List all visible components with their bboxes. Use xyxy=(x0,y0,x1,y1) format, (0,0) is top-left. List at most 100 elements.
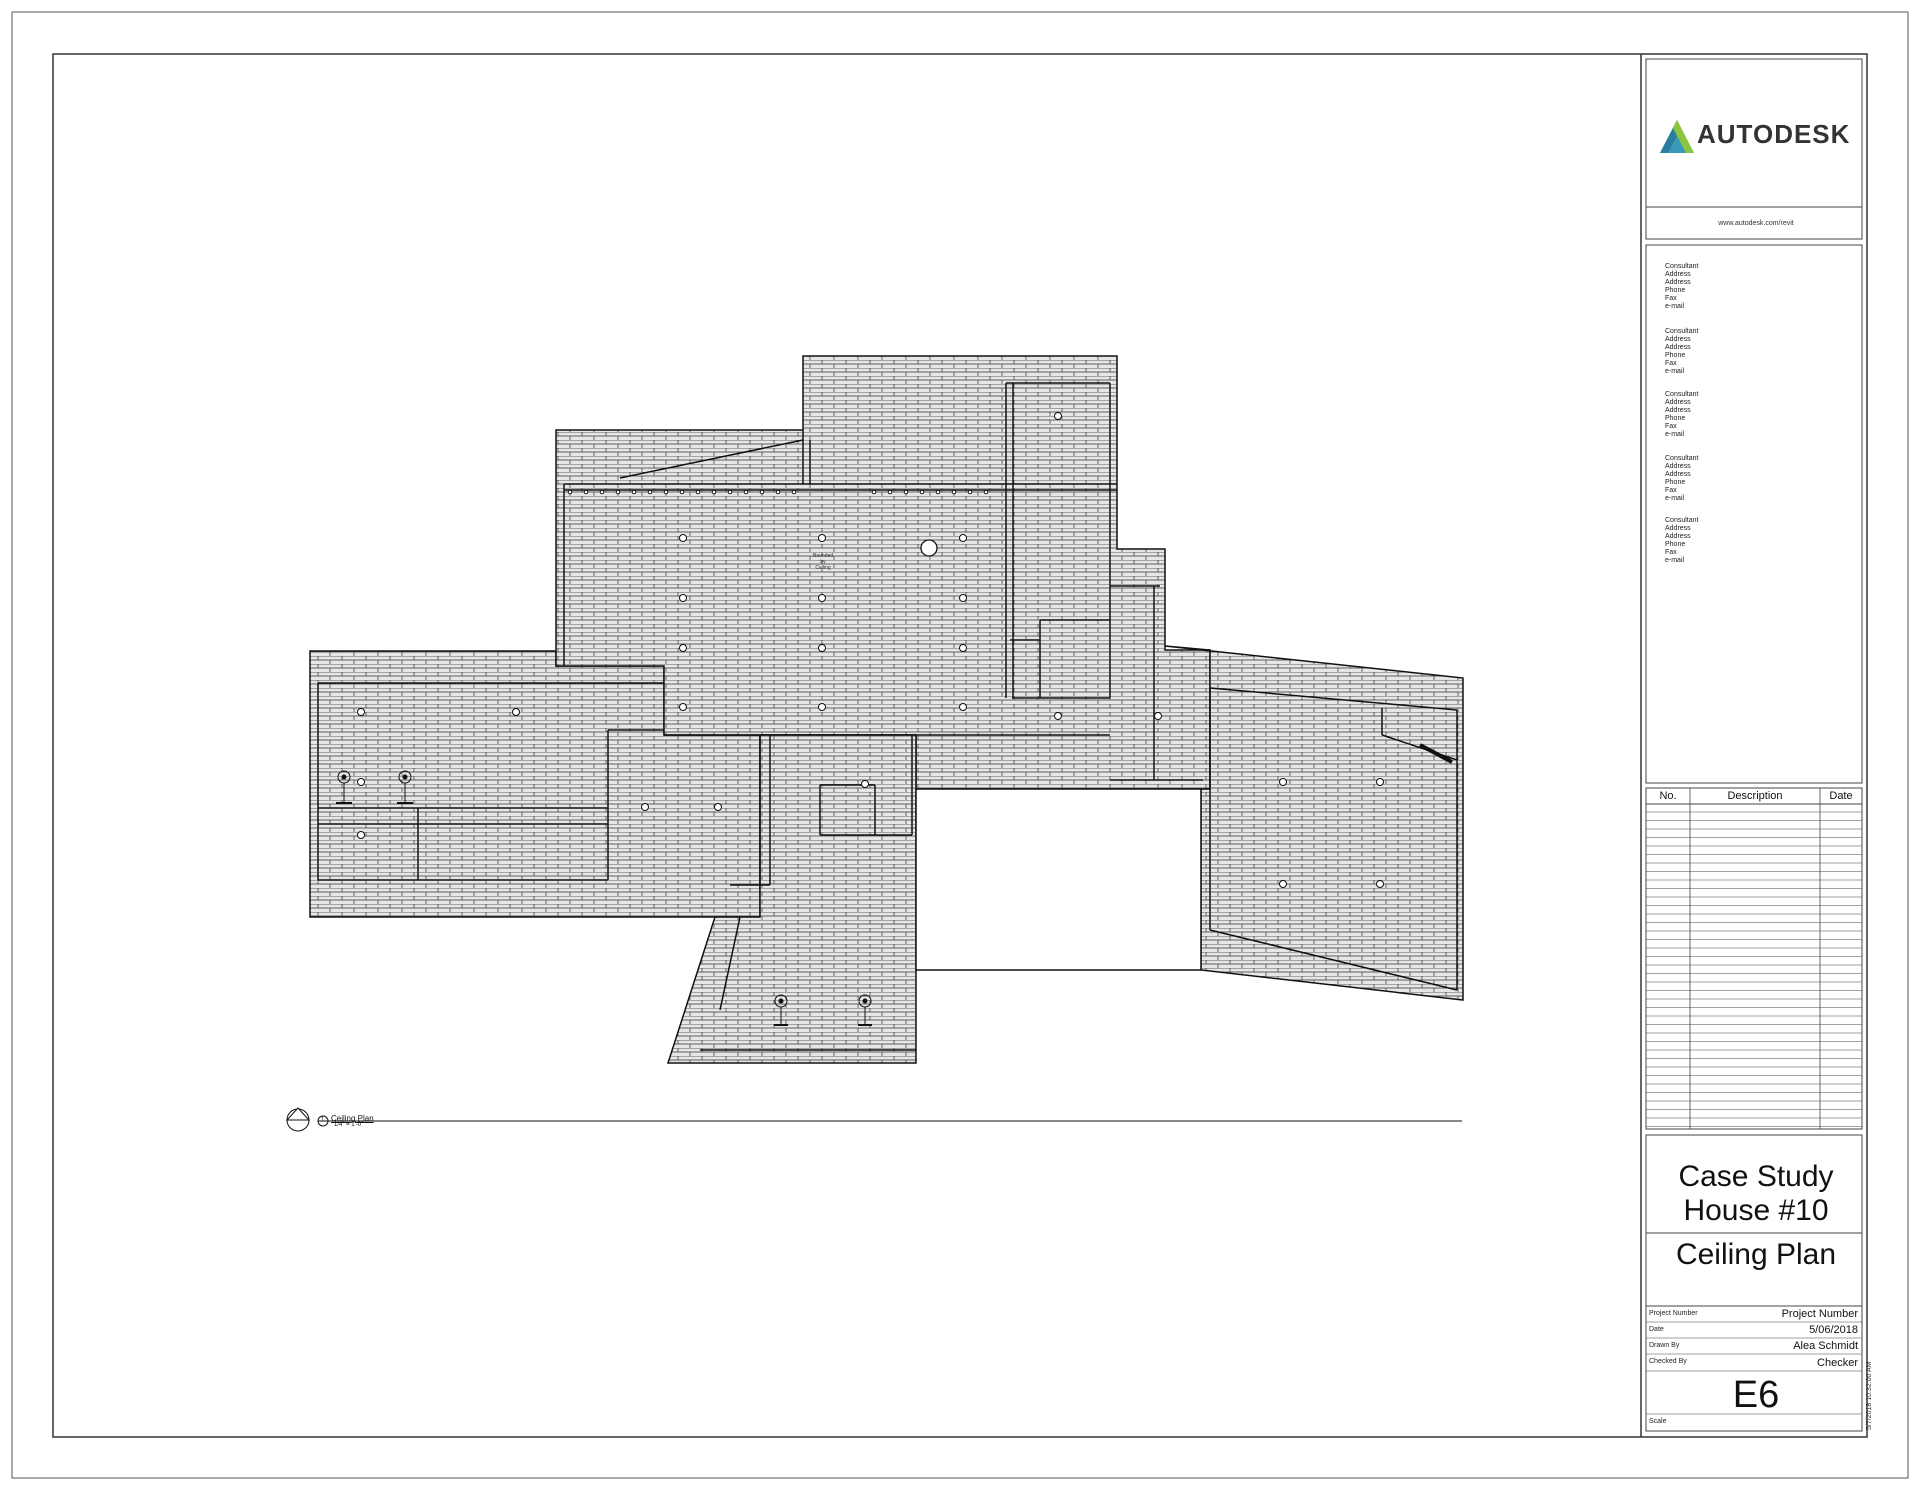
consultant-line: Phone xyxy=(1665,287,1686,295)
website-url: www.autodesk.com/revit xyxy=(1718,220,1794,227)
date-value: 5/06/2018 xyxy=(1809,1324,1858,1336)
downlight-icon xyxy=(727,489,733,495)
downlight-icon xyxy=(759,489,765,495)
revision-date-header: Date xyxy=(1829,790,1853,802)
drawing-sheet xyxy=(11,11,1909,1479)
downlight-icon xyxy=(679,489,685,495)
fixture-icon xyxy=(959,644,967,652)
consultant-line: Fax xyxy=(1665,360,1677,368)
consultant-line: Phone xyxy=(1665,352,1686,360)
fixture-icon xyxy=(959,703,967,711)
downlight-icon xyxy=(935,489,941,495)
downlight-icon xyxy=(887,489,893,495)
fixture-icon xyxy=(679,594,687,602)
project-name-line2: House #10 xyxy=(1683,1194,1829,1227)
downlight-icon xyxy=(775,489,781,495)
view-marker-icon xyxy=(285,1107,311,1132)
downlight-icon xyxy=(599,489,605,495)
autodesk-logo-icon xyxy=(1660,120,1694,153)
consultant-line: Fax xyxy=(1665,423,1677,431)
consultant-line: Phone xyxy=(1665,415,1686,423)
consultant-block: Consultant Address Address Phone Fax e-mail xyxy=(1665,328,1698,377)
consultant-line: Address xyxy=(1665,336,1691,344)
downlight-icon xyxy=(903,489,909,495)
fixture-icon xyxy=(1054,712,1062,720)
downlight-icon xyxy=(919,489,925,495)
consultant-line: e-mail xyxy=(1665,303,1685,311)
consultant-line: Phone xyxy=(1665,541,1686,549)
fixture-icon xyxy=(818,644,826,652)
consultant-line: Address xyxy=(1665,525,1691,533)
sheet-number: E6 xyxy=(1732,1374,1780,1416)
consultant-line: Address xyxy=(1665,407,1691,415)
sheet-name: Ceiling Plan xyxy=(1675,1238,1837,1271)
consultant-line: Consultant xyxy=(1665,517,1699,524)
revision-table-lines xyxy=(1646,788,1862,1129)
consultant-line: Address xyxy=(1665,471,1691,479)
fixture-icon xyxy=(1154,712,1162,720)
fixture-icon xyxy=(357,708,365,716)
checked-by-value: Checker xyxy=(1817,1357,1858,1369)
consultant-line: Address xyxy=(1665,463,1691,471)
fixture-icon xyxy=(357,778,365,786)
consultant-line: Phone xyxy=(1665,479,1686,487)
ceiling-note: Bounded by Ceiling xyxy=(812,553,834,571)
consultant-block: Consultant Address Address Phone Fax e-mail xyxy=(1665,263,1698,312)
fixture-icon xyxy=(679,644,687,652)
view-number: 1 xyxy=(321,1117,325,1123)
downlight-icon xyxy=(631,489,637,495)
downlight-icon xyxy=(711,489,717,495)
consultant-line: Address xyxy=(1665,399,1691,407)
consultant-box xyxy=(1645,244,1863,784)
downlight-icon xyxy=(983,489,989,495)
downlight-icon xyxy=(871,489,877,495)
fixture-icon xyxy=(1279,880,1287,888)
consultant-line: Fax xyxy=(1665,295,1677,303)
autodesk-logo-text: AUTODESK xyxy=(1697,119,1851,149)
downlight-icon xyxy=(743,489,749,495)
consultant-line: Consultant xyxy=(1665,455,1699,462)
consultant-line: Consultant xyxy=(1665,328,1699,335)
scale-label: Scale xyxy=(1649,1418,1667,1425)
downlight-icon xyxy=(663,489,669,495)
consultant-line: Fax xyxy=(1665,487,1677,495)
fixture-icon xyxy=(818,534,826,542)
project-number-label: Project Number xyxy=(1649,1310,1698,1317)
ceiling-plan-drawing xyxy=(309,355,1464,1064)
fixture-icon xyxy=(1376,778,1384,786)
consultant-block: Consultant Address Address Phone Fax e-mail xyxy=(1665,517,1698,566)
drawn-by-label: Drawn By xyxy=(1649,1342,1680,1349)
fixture-icon xyxy=(641,803,649,811)
downlight-icon xyxy=(615,489,621,495)
drawn-by-value: Alea Schmidt xyxy=(1793,1340,1858,1352)
revision-box xyxy=(1645,787,1863,1130)
fixture-icon xyxy=(818,594,826,602)
checked-by-label: Checked By xyxy=(1649,1358,1687,1365)
view-scale: 1/4" = 1'-0" xyxy=(334,1122,364,1128)
fixture-icon xyxy=(1279,778,1287,786)
consultant-line: Address xyxy=(1665,271,1691,279)
fixture-icon xyxy=(714,803,722,811)
fixture-icon xyxy=(861,780,869,788)
fixture-icon xyxy=(512,708,520,716)
consultant-line: e-mail xyxy=(1665,431,1685,439)
project-name-line1: Case Study xyxy=(1678,1160,1834,1193)
plot-timestamp: 5/7/2018 10:32:00 AM xyxy=(1866,1361,1873,1431)
fixture-icon xyxy=(357,831,365,839)
downlight-icon xyxy=(951,489,957,495)
consultant-line: Consultant xyxy=(1665,263,1699,270)
consultant-line: Address xyxy=(1665,344,1691,352)
fixture-icon xyxy=(818,703,826,711)
downlight-icon xyxy=(791,489,797,495)
downlight-icon xyxy=(567,489,573,495)
consultant-line: e-mail xyxy=(1665,495,1685,503)
downlight-icon xyxy=(695,489,701,495)
fixture-icon xyxy=(959,534,967,542)
consultant-line: Fax xyxy=(1665,549,1677,557)
revision-no-header: No. xyxy=(1659,790,1677,802)
fixture-icon xyxy=(1376,880,1384,888)
large-fixture xyxy=(920,539,938,557)
consultant-line: e-mail xyxy=(1665,557,1685,565)
consultant-block: Consultant Address Address Phone Fax e-mail xyxy=(1665,391,1698,440)
downlight-icon xyxy=(967,489,973,495)
